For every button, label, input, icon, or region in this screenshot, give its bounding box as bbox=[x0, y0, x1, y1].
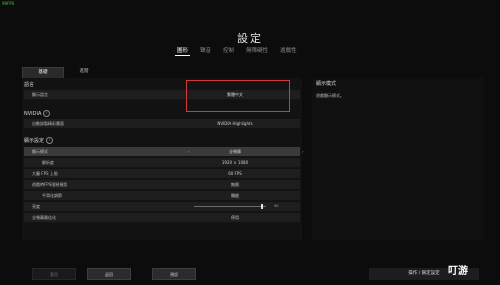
row-label: 顯示模式 bbox=[32, 149, 48, 154]
subtab-advanced[interactable]: 進階 bbox=[64, 67, 104, 77]
apply-button[interactable]: 套用 bbox=[32, 268, 76, 280]
section-label: NVIDIA bbox=[24, 111, 42, 117]
tab-gameplay[interactable]: 遊戲性 bbox=[278, 45, 299, 56]
row-value: 開啟 bbox=[231, 193, 239, 198]
row-value: NVIDIA Highlights bbox=[217, 121, 253, 126]
info-icon[interactable]: i bbox=[43, 110, 51, 117]
row-max-fps[interactable]: 大廳 FPS 上限 60 FPS bbox=[24, 169, 300, 179]
row-label: 大廳 FPS 上限 bbox=[32, 171, 58, 176]
row-smoothing[interactable]: 平滑化調節 開啟 bbox=[24, 191, 300, 201]
row-full-screen-optimization[interactable]: 全螢幕最佳化 停用 bbox=[24, 213, 300, 223]
highlight-box bbox=[186, 80, 290, 112]
row-label: 平滑化調節 bbox=[42, 193, 62, 198]
back-button[interactable]: 返回 bbox=[87, 268, 131, 280]
row-display-mode[interactable]: 顯示模式 ‹ 全螢幕 › bbox=[24, 147, 304, 157]
row-value: 60 FPS bbox=[228, 171, 242, 176]
tab-accessibility[interactable]: 無障礙性 bbox=[244, 45, 270, 56]
watermark-logo: 叮游 bbox=[448, 262, 468, 277]
row-value: 1920 × 1080 bbox=[221, 160, 249, 165]
tab-graphics[interactable]: 圖形 bbox=[175, 45, 191, 56]
row-value: 無限 bbox=[231, 182, 239, 187]
row-label: 解析度 bbox=[42, 160, 54, 165]
description-title: 顯示模式 bbox=[316, 81, 337, 87]
brightness-value: 50 bbox=[274, 204, 279, 208]
row-nvidia-highlights[interactable]: 自動錄製精彩畫面 NVIDIA Highlights bbox=[24, 119, 300, 129]
row-label: 遊戲時FPS限制預設 bbox=[32, 182, 68, 187]
row-label: 亮度 bbox=[32, 204, 40, 209]
description-panel bbox=[312, 78, 484, 240]
chevron-right-icon[interactable]: › bbox=[302, 147, 304, 156]
row-label: 自動錄製精彩畫面 bbox=[32, 121, 64, 126]
brightness-slider-handle[interactable] bbox=[261, 204, 264, 209]
row-resolution[interactable]: 解析度 1920 × 1080 bbox=[24, 158, 300, 168]
default-button[interactable]: 預設 bbox=[152, 268, 196, 280]
section-label: 顯示設定 bbox=[24, 138, 45, 144]
page-title: 設定 bbox=[237, 32, 263, 45]
brightness-slider-track[interactable] bbox=[194, 206, 266, 207]
section-display: 顯示設定 i bbox=[24, 137, 54, 144]
tab-sound[interactable]: 聲音 bbox=[198, 45, 213, 56]
row-value: 停用 bbox=[231, 215, 239, 220]
row-fps-limit[interactable]: 遊戲時FPS限制預設 無限 bbox=[24, 180, 300, 190]
row-label: 全螢幕最佳化 bbox=[32, 215, 56, 220]
section-nvidia: NVIDIA i bbox=[24, 110, 51, 117]
watermark-text: 叮游 bbox=[448, 266, 468, 277]
section-language: 語言 bbox=[24, 82, 35, 88]
main-tabs: 圖形 聲音 控制 無障礙性 遊戲性 bbox=[175, 45, 299, 56]
row-label: 顯示語言 bbox=[32, 92, 48, 97]
row-value: 全螢幕 bbox=[229, 149, 241, 154]
info-icon[interactable]: i bbox=[46, 137, 54, 144]
row-brightness[interactable]: 亮度 50 bbox=[24, 202, 300, 212]
fps-counter: 99FPS bbox=[2, 1, 15, 6]
tab-controls[interactable]: 控制 bbox=[221, 45, 236, 56]
description-text: 遊戲顯示模式。 bbox=[316, 93, 344, 98]
